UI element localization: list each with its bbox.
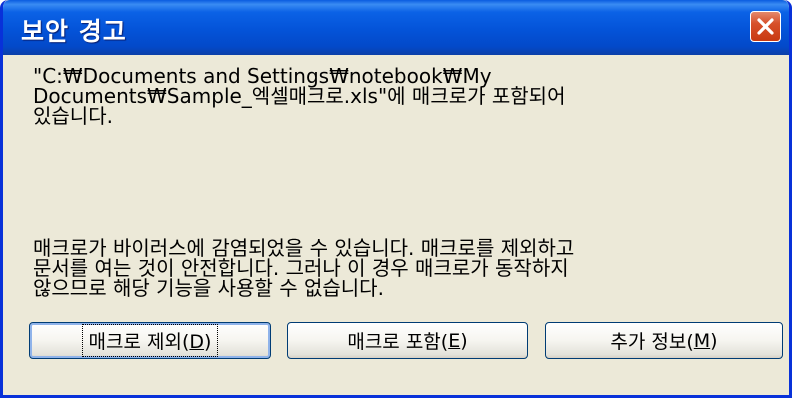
virus-warning-text: 매크로가 바이러스에 감염되었을 수 있습니다. 매크로를 제외하고 문서를 여… <box>33 238 773 298</box>
warning-line: 문서를 여는 것이 안전합니다. 그러나 이 경우 매크로가 동작하지 <box>33 256 569 280</box>
mnemonic: M <box>693 329 711 352</box>
message-line: 있습니다. <box>33 104 113 128</box>
mnemonic: E <box>448 329 461 352</box>
label-suffix: ) <box>204 331 212 353</box>
title-bar[interactable]: 보안 경고 <box>3 0 789 55</box>
warning-line: 매크로가 바이러스에 감염되었을 수 있습니다. 매크로를 제외하고 <box>33 236 575 260</box>
enable-macros-label: 매크로 포함( <box>347 331 449 353</box>
mnemonic: D <box>189 331 205 353</box>
warning-line: 않으므로 해당 기능을 사용할 수 없습니다. <box>33 276 384 300</box>
security-warning-dialog: 보안 경고 "C:₩Documents and Settings₩noteboo… <box>0 0 792 398</box>
dialog-title: 보안 경고 <box>21 17 127 46</box>
more-info-button[interactable]: 추가 정보(M) <box>545 322 783 359</box>
close-button[interactable] <box>750 11 781 42</box>
disable-macros-button[interactable]: 매크로 제외(D) <box>29 322 271 359</box>
file-message: "C:₩Documents and Settings₩notebook₩My D… <box>33 66 753 126</box>
enable-macros-button[interactable]: 매크로 포함(E) <box>287 322 528 359</box>
message-line: "C:₩Documents and Settings₩notebook₩My <box>33 64 492 88</box>
more-info-label: 추가 정보( <box>610 331 694 353</box>
label-suffix: ) <box>460 329 468 352</box>
focus-indicator: 매크로 제외(D) <box>81 324 219 357</box>
close-icon <box>757 18 774 35</box>
label-suffix: ) <box>710 329 718 352</box>
message-line: Documents₩Sample_엑셀매크로.xls"에 매크로가 포함되어 <box>33 84 566 108</box>
disable-macros-label: 매크로 제외( <box>88 331 190 353</box>
